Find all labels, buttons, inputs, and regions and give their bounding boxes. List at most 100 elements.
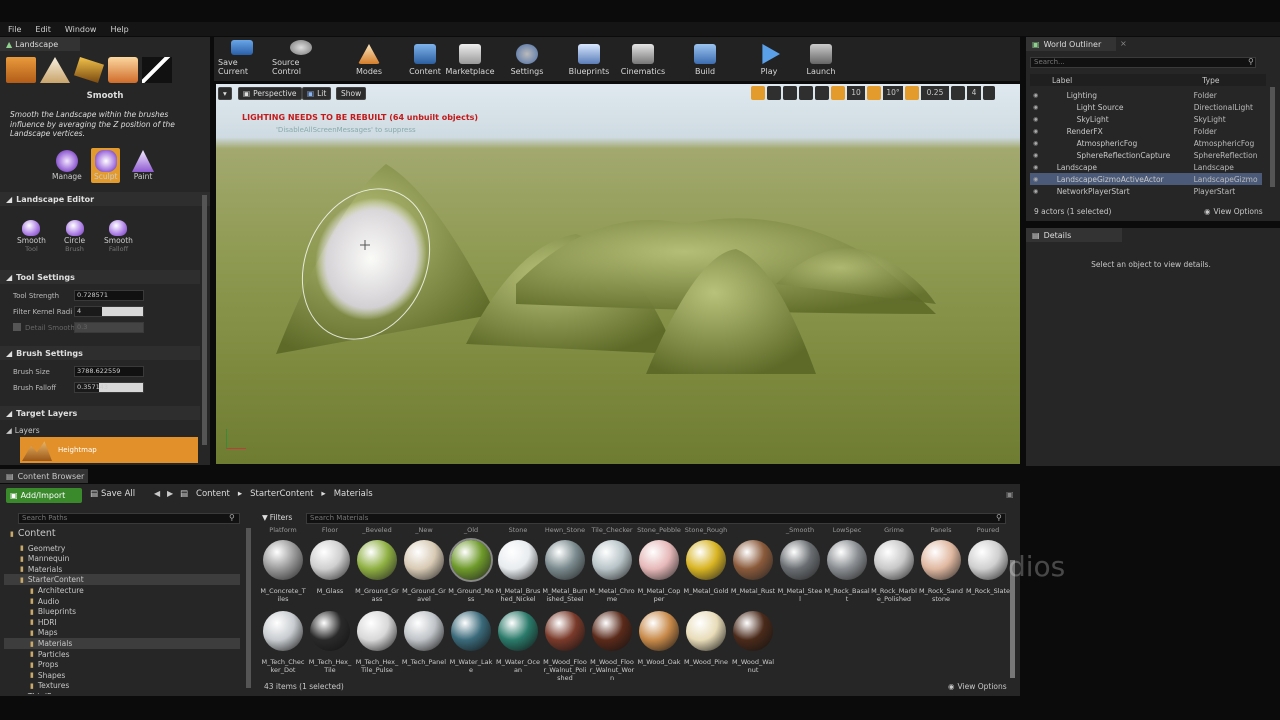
grid-size[interactable]: 10 [847,86,865,100]
show-button[interactable]: Show [336,87,367,100]
eye-icon[interactable]: ◉ [1033,116,1047,123]
foliage-mode-icon[interactable] [40,57,70,83]
target-layers-header[interactable]: ◢ Target Layers [0,406,200,420]
details-tab[interactable]: ▤ Details [1026,228,1122,242]
detail-smooth-checkbox[interactable] [13,323,21,331]
outliner-row[interactable]: ◉ RenderFX Folder [1030,125,1262,137]
tree-folder[interactable]: ▮ Particles [4,649,240,660]
content-browser-tab[interactable]: ▤ Content Browser [0,469,88,483]
menu-help[interactable]: Help [110,25,128,34]
source-control-button[interactable]: Source Control [272,40,330,76]
blueprints-button[interactable]: Blueprints [566,40,612,76]
eye-icon[interactable]: ◉ [1033,140,1047,147]
add-import-button[interactable]: ▣ Add/Import [6,488,82,503]
falloff-smooth[interactable]: Smooth Falloff [104,220,133,253]
outliner-row[interactable]: ◉ SkyLight SkyLight [1030,113,1262,125]
perspective-button[interactable]: ▣ Perspective [238,87,302,100]
outliner-row[interactable]: ◉ NetworkPlayerStart PlayerStart [1030,185,1262,197]
filter-kernel-field[interactable]: 4 [74,306,144,317]
camera-speed[interactable]: 4 [967,86,981,100]
menu-file[interactable]: File [8,25,21,34]
material-thumbnail[interactable] [733,540,773,580]
tree-folder[interactable]: ▮ Materials [4,638,240,649]
brush-settings-header[interactable]: ◢ Brush Settings [0,346,200,360]
play-button[interactable]: Play [754,40,784,76]
marketplace-button[interactable]: Marketplace [445,40,495,76]
scale-icon[interactable] [783,86,797,100]
material-thumbnail[interactable] [263,611,303,651]
material-thumbnail[interactable] [874,540,914,580]
menu-edit[interactable]: Edit [35,25,51,34]
material-thumbnail[interactable] [449,538,493,582]
sculpt-tab[interactable]: Sculpt [91,148,121,183]
outliner-scrollbar[interactable] [1270,87,1275,187]
forward-icon[interactable]: ▶ [167,489,173,498]
launch-button[interactable]: Launch [804,40,838,76]
search-materials-input[interactable]: Search Materials [306,513,1006,524]
lock-icon[interactable]: ▣ [1006,490,1014,499]
eye-icon[interactable]: ◉ [1033,128,1047,135]
outliner-row[interactable]: ◉ LandscapeGizmoActiveActor LandscapeGizmo [1030,173,1262,185]
scale-snap-icon[interactable] [905,86,919,100]
material-thumbnail[interactable] [968,540,1008,580]
eye-icon[interactable]: ◉ [1033,152,1047,159]
outliner-row[interactable]: ◉ Light Source DirectionalLight [1030,101,1262,113]
viewport-options-button[interactable]: ▾ [218,87,232,100]
paint-mode-icon[interactable] [142,57,172,83]
eye-icon[interactable]: ◉ [1033,188,1047,195]
paint-tab[interactable]: Paint [132,150,154,181]
tree-folder[interactable]: ▮ Materials [4,564,240,575]
tool-smooth[interactable]: Smooth Tool [17,220,46,253]
outliner-view-options[interactable]: ◉ View Options [1204,207,1263,216]
content-view-options[interactable]: ◉ View Options [948,682,1007,691]
scale-size[interactable]: 0.25 [921,86,949,100]
material-thumbnail[interactable] [827,540,867,580]
modes-button[interactable]: Modes [350,40,388,76]
content-button[interactable]: Content [405,40,445,76]
angle-snap-icon[interactable] [867,86,881,100]
material-thumbnail[interactable] [639,540,679,580]
material-thumbnail[interactable] [404,611,444,651]
viewport[interactable]: ▾ ▣ Perspective ▣ Lit Show LIGHTING NEEDS … [216,84,1020,464]
eye-icon[interactable]: ◉ [1033,104,1047,111]
brush-falloff-field[interactable]: 0.357143 [74,382,144,393]
eye-icon[interactable]: ◉ [1033,92,1047,99]
material-thumbnail[interactable] [686,540,726,580]
outliner-row[interactable]: ◉ SphereReflectionCapture SphereReflection [1030,149,1262,161]
tree-folder[interactable]: ▮ThirdPerson [4,691,240,694]
tree-folder[interactable]: ▮ Geometry [4,543,240,554]
rotate-icon[interactable] [767,86,781,100]
build-button[interactable]: Build [690,40,720,76]
world-icon[interactable] [799,86,813,100]
material-thumbnail[interactable] [498,611,538,651]
material-thumbnail[interactable] [263,540,303,580]
grid-snap-icon[interactable] [831,86,845,100]
surface-snap-icon[interactable] [815,86,829,100]
material-thumbnail[interactable] [780,540,820,580]
brush-size-field[interactable]: 3788.622559 [74,366,144,377]
material-thumbnail[interactable] [357,611,397,651]
lit-button[interactable]: ▣ Lit [302,87,332,100]
type-column[interactable]: Type [1202,76,1219,85]
material-thumbnail[interactable] [310,611,350,651]
detail-smooth-field[interactable]: 0.3 [74,322,144,333]
label-column[interactable]: Label [1052,76,1072,85]
material-thumbnail[interactable] [545,611,585,651]
tree-folder[interactable]: ▮ StarterContent [4,574,240,586]
material-thumbnail[interactable] [686,611,726,651]
material-thumbnail[interactable] [357,540,397,580]
material-thumbnail[interactable] [498,540,538,580]
crumb-starter[interactable]: StarterContent [250,489,313,499]
outliner-row[interactable]: ◉ Lighting Folder [1030,89,1262,101]
tree-folder[interactable]: ▮ Mannequin [4,553,240,564]
save-current-button[interactable]: Save Current [218,40,266,76]
eye-icon[interactable]: ◉ [1033,164,1047,171]
outliner-row[interactable]: ◉ Landscape Landscape [1030,161,1262,173]
crumb-materials[interactable]: Materials [334,489,373,499]
tool-settings-header[interactable]: ◢ Tool Settings [0,270,200,284]
search-paths-input[interactable]: Search Paths [18,513,240,524]
geometry-mode-icon[interactable] [74,57,104,83]
outliner-tab[interactable]: ▣ World Outliner [1026,37,1116,51]
tree-folder[interactable]: ▮ Architecture [4,585,240,596]
tree-folder[interactable]: ▮ HDRI [4,617,240,628]
